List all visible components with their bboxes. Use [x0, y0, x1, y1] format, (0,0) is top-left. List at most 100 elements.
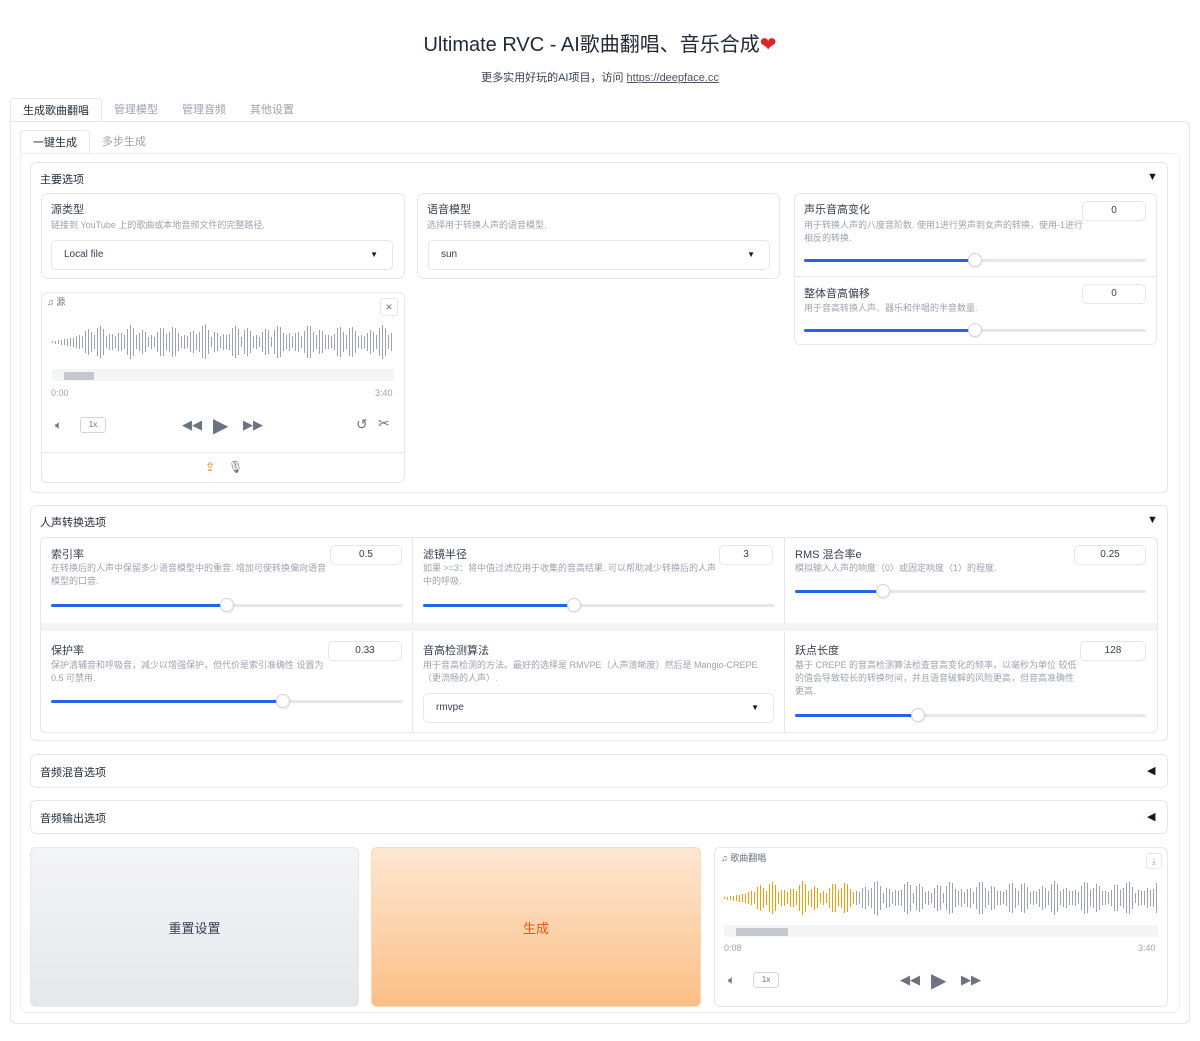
waveform-bar [334, 333, 335, 351]
source-waveform[interactable] [52, 322, 394, 362]
microphone-icon[interactable]: 🎙︎ [228, 460, 243, 474]
deepface-link[interactable]: https://deepface.cc [627, 72, 719, 84]
filter-radius-input[interactable]: 3 [719, 545, 773, 565]
scissors-icon[interactable]: ✂ [378, 415, 390, 432]
undo-icon[interactable]: ↺ [356, 416, 368, 433]
collapse-arrow-icon[interactable]: ▼ [1147, 171, 1158, 183]
upload-icon[interactable]: ⇪ [205, 460, 215, 474]
fast-forward-icon[interactable]: ▶▶ [243, 417, 263, 433]
rms-mix-input[interactable]: 0.25 [1074, 545, 1146, 565]
waveform-bar [1132, 887, 1133, 909]
voice-model-select[interactable]: sun ▼ [428, 240, 770, 270]
volume-icon[interactable]: 🔈︎ [55, 418, 62, 433]
slider-fill [51, 604, 227, 607]
pitch-change-slider[interactable] [804, 253, 1146, 267]
filter-radius-label: 滤镜半径 [423, 549, 467, 561]
waveform-bar [778, 891, 779, 905]
waveform-bar [919, 884, 920, 912]
rewind-icon[interactable]: ◀◀ [182, 417, 202, 433]
source-type-select[interactable]: Local file ▼ [51, 240, 393, 270]
protect-input[interactable]: 0.33 [328, 641, 402, 661]
waveform-bar [946, 885, 947, 911]
hop-length-input[interactable]: 128 [1080, 641, 1146, 661]
fast-forward-icon[interactable]: ▶▶ [961, 972, 981, 988]
tab-multi-step[interactable]: 多步生成 [90, 130, 158, 154]
waveform-bar [1060, 890, 1061, 906]
output-audio-header: ♫ 歌曲翻唱 [721, 851, 766, 864]
waveform-bar [1117, 884, 1118, 912]
waveform-bar [121, 333, 122, 351]
expand-arrow-icon[interactable]: ◀ [1147, 810, 1155, 823]
mix-options-accordion[interactable] [30, 754, 1168, 788]
waveform-bar [178, 332, 179, 352]
slider-thumb[interactable] [220, 598, 234, 612]
audio-start-time: 0:00 [51, 388, 69, 398]
rms-mix-slider[interactable] [795, 584, 1146, 598]
volume-icon[interactable]: 🔈︎ [728, 973, 735, 988]
download-icon[interactable]: ⤓ [1146, 853, 1162, 869]
mix-options-title[interactable]: 音频混音选项 [40, 764, 106, 780]
tab-manage-audio[interactable]: 管理音频 [170, 98, 238, 122]
tab-one-click[interactable]: 一键生成 [20, 130, 90, 154]
waveform-bar [103, 329, 104, 355]
output-waveform[interactable] [724, 878, 1158, 918]
output-options-accordion[interactable] [30, 800, 1168, 834]
waveform-bar [733, 895, 734, 901]
slider-thumb[interactable] [566, 598, 581, 612]
waveform-bar [304, 330, 305, 354]
divider [784, 538, 785, 732]
overall-pitch-slider[interactable] [804, 323, 1146, 337]
slider-thumb[interactable] [875, 584, 890, 598]
slider-thumb[interactable] [910, 708, 925, 722]
collapse-arrow-icon[interactable]: ▼ [1147, 514, 1158, 526]
vocal-options-title[interactable]: 人声转换选项 [40, 514, 106, 530]
expand-arrow-icon[interactable]: ◀ [1147, 764, 1155, 777]
pitch-change-input[interactable]: 0 [1082, 201, 1146, 221]
waveform-bar [913, 892, 914, 904]
main-options-title[interactable]: 主要选项 [40, 171, 84, 187]
scrollbar-thumb[interactable] [736, 928, 788, 936]
waveform-bar [295, 333, 296, 351]
hop-length-label: 跃点长度 [795, 645, 839, 657]
play-icon[interactable]: ▶ [213, 413, 228, 438]
waveform-bar [811, 888, 812, 908]
music-note-icon: ♫ [47, 297, 54, 307]
waveform-bar [1036, 892, 1037, 904]
tab-other-settings[interactable]: 其他设置 [238, 98, 306, 122]
waveform-bar [79, 335, 80, 349]
waveform-scrollbar[interactable] [52, 369, 394, 381]
scrollbar-thumb[interactable] [64, 372, 94, 380]
waveform-bar [796, 891, 797, 905]
index-rate-input[interactable]: 0.5 [330, 545, 402, 565]
waveform-bar [922, 887, 923, 909]
protect-slider[interactable] [51, 694, 403, 708]
playback-speed-button[interactable]: 1x [80, 417, 106, 433]
playback-speed-button[interactable]: 1x [753, 972, 779, 988]
slider-fill [51, 700, 284, 703]
output-waveform-scrollbar[interactable] [724, 925, 1158, 937]
waveform-bar [52, 341, 53, 343]
overall-pitch-input[interactable]: 0 [1082, 284, 1146, 304]
waveform-bar [1129, 882, 1130, 914]
waveform-bar [1012, 883, 1013, 913]
waveform-bar [832, 883, 833, 913]
waveform-bar [70, 338, 71, 346]
waveform-bar [253, 336, 254, 348]
waveform-bar [961, 889, 962, 907]
hop-length-slider[interactable] [795, 708, 1146, 722]
generate-button[interactable]: 生成 [371, 847, 701, 1007]
slider-thumb[interactable] [968, 253, 982, 267]
slider-thumb[interactable] [968, 323, 982, 337]
output-options-title[interactable]: 音频输出选项 [40, 810, 106, 826]
play-icon[interactable]: ▶ [931, 968, 946, 993]
reset-button[interactable]: 重置设置 [30, 847, 359, 1007]
clear-audio-button[interactable]: ✕ [380, 298, 398, 316]
rewind-icon[interactable]: ◀◀ [900, 972, 920, 988]
filter-radius-slider[interactable] [423, 598, 774, 612]
pitch-algo-select[interactable]: rmvpe ▼ [423, 693, 774, 723]
tab-generate-cover[interactable]: 生成歌曲翻唱 [10, 98, 102, 122]
index-rate-slider[interactable] [51, 598, 403, 612]
tab-manage-models[interactable]: 管理模型 [102, 98, 170, 122]
pitch-algo-value: rmvpe [436, 702, 464, 713]
waveform-bar [730, 896, 731, 900]
